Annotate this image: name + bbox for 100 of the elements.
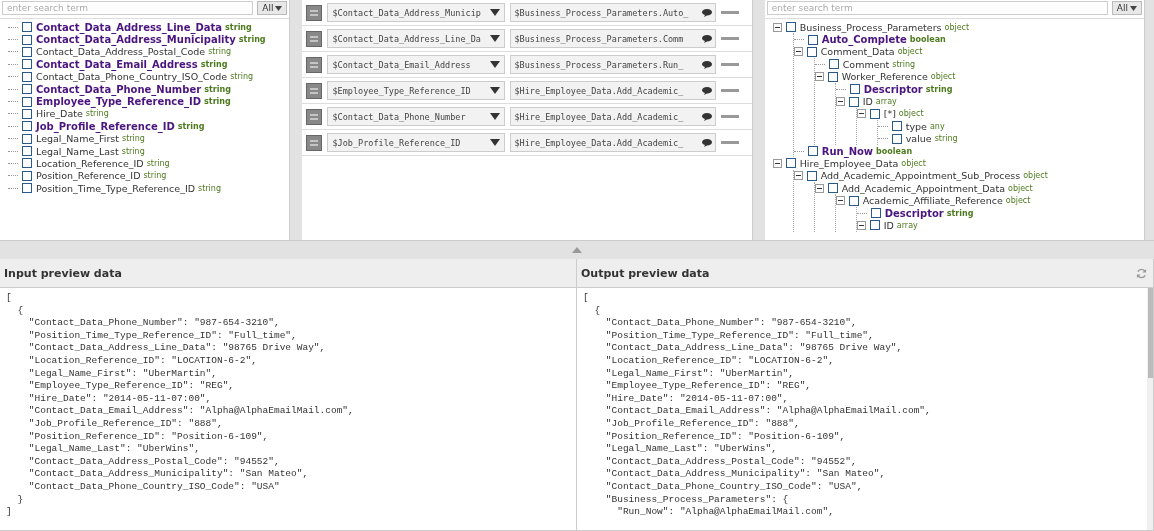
speech-bubble-icon[interactable] (702, 8, 713, 17)
field-name: Descriptor (884, 207, 944, 219)
panel-title: Input preview data (4, 266, 122, 280)
collapse-icon[interactable] (856, 220, 866, 230)
field-name: Location_Reference_ID (36, 158, 144, 169)
scrollbar-thumb[interactable] (1148, 288, 1153, 378)
source-dropdown[interactable]: $Contact_Data_Email_Address (327, 55, 506, 74)
field-name: Position_Time_Type_Reference_ID (36, 182, 195, 194)
search-field[interactable]: enter search term (766, 1, 1108, 15)
speech-bubble-icon[interactable] (702, 60, 713, 69)
checkbox[interactable] (22, 84, 32, 95)
source-dropdown[interactable]: $Contact_Data_Address_Municip (327, 3, 506, 22)
field-type: string (198, 183, 221, 193)
field-name: Run_Now (821, 145, 874, 157)
checkbox[interactable] (827, 71, 838, 82)
field-type: string (204, 84, 231, 94)
code-line: [ (583, 292, 590, 305)
field-type: string (122, 134, 145, 144)
checkbox[interactable] (22, 108, 32, 119)
filter-dropdown[interactable]: All (257, 1, 288, 15)
caret-icon (1130, 5, 1137, 11)
field-type: string (146, 159, 170, 168)
checkbox[interactable] (22, 22, 32, 33)
field-type: object (944, 22, 970, 32)
speech-bubble-icon[interactable] (702, 86, 713, 95)
collapse-icon[interactable] (793, 171, 803, 181)
field-type: any (929, 121, 945, 131)
checkbox[interactable] (22, 46, 32, 57)
checkbox[interactable] (22, 121, 32, 132)
collapse-icon[interactable] (772, 159, 782, 168)
checkbox[interactable] (849, 84, 860, 95)
checkbox[interactable] (827, 183, 838, 194)
field-name: value (905, 133, 932, 145)
checkbox[interactable] (848, 96, 859, 107)
code-line: "Employee_Type_Reference_ID": "REG", (604, 380, 813, 393)
caret-icon (490, 87, 501, 94)
field-name: Business_Process_Parameters (799, 21, 942, 33)
checkbox[interactable] (870, 208, 881, 219)
field-name: Worker_Reference (841, 71, 928, 83)
target-field[interactable]: $Business_Process_Parameters.Comm (510, 29, 717, 48)
checkbox[interactable] (869, 220, 880, 231)
collapse-icon[interactable] (814, 72, 824, 82)
checkbox[interactable] (22, 158, 32, 169)
field-type: boolean (876, 146, 913, 156)
speech-bubble-icon[interactable] (702, 34, 713, 43)
speech-bubble-icon[interactable] (702, 112, 713, 121)
checkbox[interactable] (22, 96, 32, 107)
source-dropdown[interactable]: $Job_Profile_Reference_ID (327, 133, 506, 152)
collapse-icon[interactable] (835, 97, 845, 107)
checkbox[interactable] (848, 195, 859, 206)
checkbox[interactable] (22, 133, 32, 144)
checkbox[interactable] (22, 146, 32, 157)
checkbox[interactable] (891, 121, 902, 132)
scrollbar[interactable] (1147, 288, 1153, 530)
checkbox[interactable] (828, 59, 839, 70)
field-type: string (946, 208, 974, 218)
field-name: Auto_Complete (821, 34, 907, 46)
target-field[interactable]: $Hire_Employee_Data.Add_Academic_ (510, 133, 717, 152)
equals-button[interactable] (306, 56, 323, 73)
collapse-icon[interactable] (793, 47, 803, 57)
checkbox[interactable] (806, 46, 817, 57)
collapse-icon[interactable] (772, 22, 782, 32)
checkbox[interactable] (807, 34, 818, 45)
target-field[interactable]: $Business_Process_Parameters.Run_ (510, 55, 717, 74)
checkbox[interactable] (806, 170, 817, 181)
field-name: Legal_Name_First (36, 133, 119, 145)
field-type: object (930, 72, 956, 82)
checkbox[interactable] (785, 158, 796, 169)
checkbox[interactable] (22, 71, 32, 82)
target-field[interactable]: $Hire_Employee_Data.Add_Academic_ (510, 107, 717, 126)
equals-button[interactable] (306, 30, 323, 47)
source-dropdown[interactable]: $Contact_Data_Phone_Number (327, 107, 506, 126)
collapse-icon[interactable] (856, 109, 866, 119)
collapse-icon[interactable] (835, 196, 845, 206)
checkbox[interactable] (785, 22, 796, 33)
field-type: array (875, 97, 897, 107)
field-type: string (925, 84, 953, 94)
speech-bubble-icon[interactable] (702, 138, 713, 147)
collapse-icon[interactable] (814, 183, 824, 193)
equals-button[interactable] (306, 134, 323, 151)
equals-button[interactable] (306, 108, 323, 125)
checkbox[interactable] (22, 183, 32, 194)
source-dropdown[interactable]: $Contact_Data_Address_Line_Da (327, 29, 506, 48)
target-field[interactable]: $Business_Process_Parameters.Auto_ (510, 3, 717, 22)
source-dropdown[interactable]: $Employee_Type_Reference_ID (327, 81, 506, 100)
field-name: type (905, 120, 927, 132)
checkbox[interactable] (22, 170, 32, 181)
checkbox[interactable] (869, 108, 880, 119)
checkbox[interactable] (22, 34, 32, 45)
target-field[interactable]: $Hire_Employee_Data.Add_Academic_ (510, 81, 717, 100)
filter-dropdown[interactable]: All (1111, 1, 1142, 15)
caret-icon (275, 5, 283, 11)
field-type: object (1008, 183, 1033, 193)
checkbox[interactable] (807, 146, 818, 157)
equals-button[interactable] (306, 4, 323, 21)
checkbox[interactable] (891, 133, 902, 144)
search-field[interactable]: enter search term (2, 1, 254, 15)
checkbox[interactable] (22, 59, 32, 70)
field-type: string (121, 146, 145, 156)
equals-button[interactable] (306, 82, 323, 99)
